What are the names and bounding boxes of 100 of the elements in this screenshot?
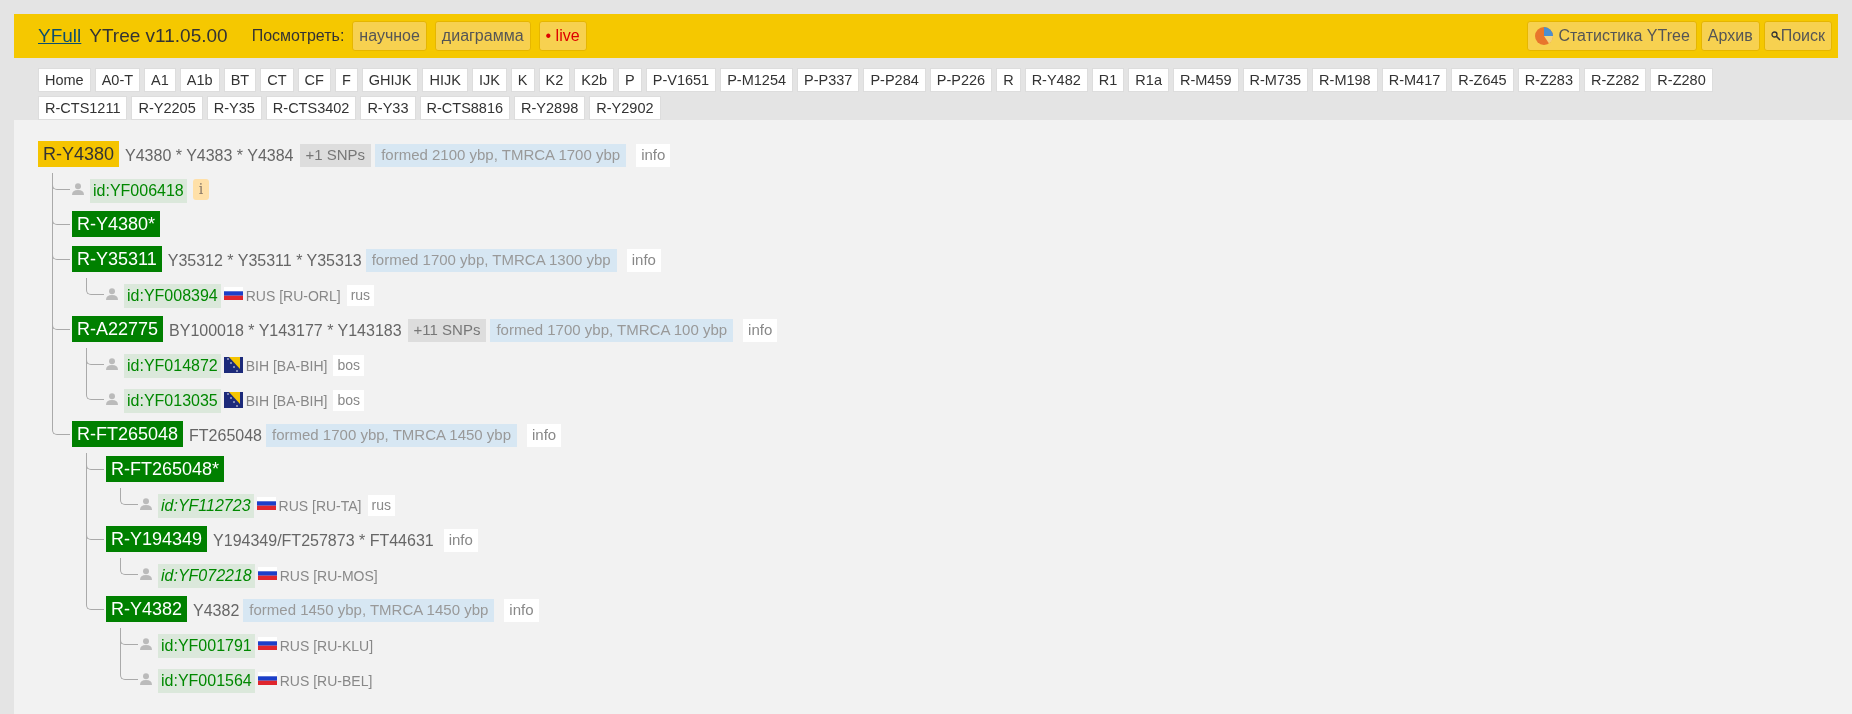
sample-id-link[interactable]: id:YF006418	[90, 179, 187, 203]
tab-button[interactable]: R-Y2902	[589, 96, 661, 120]
statistics-button[interactable]: Статистика YTree	[1527, 21, 1697, 51]
info-link[interactable]: info	[443, 529, 478, 552]
sample-id-link[interactable]: id:YF013035	[124, 389, 221, 413]
sample-id-link[interactable]: id:YF014872	[124, 354, 221, 378]
view-button[interactable]: диаграмма	[434, 21, 531, 51]
info-link[interactable]: info	[636, 144, 671, 167]
view-label: Посмотреть:	[251, 26, 345, 46]
age-estimate: formed 1700 ybp, TMRCA 1300 ybp	[365, 249, 617, 272]
info-link[interactable]: info	[527, 424, 562, 447]
tab-button[interactable]: A1b	[179, 68, 220, 92]
age-estimate: formed 1700 ybp, TMRCA 1450 ybp	[266, 424, 518, 447]
tab-button[interactable]: R-CTS8816	[419, 96, 511, 120]
person-icon	[140, 638, 152, 650]
info-link[interactable]: info	[626, 249, 661, 272]
tab-button[interactable]: Home	[38, 68, 91, 92]
tab-button[interactable]: R-Y482	[1024, 68, 1088, 92]
clade-label[interactable]: R-A22775	[72, 316, 164, 342]
tab-button[interactable]: R-Z283	[1517, 68, 1580, 92]
tree-connector	[86, 383, 104, 400]
tab-button[interactable]: R-Z645	[1451, 68, 1514, 92]
tree-connector	[86, 593, 104, 610]
person-icon	[106, 393, 118, 405]
tab-button[interactable]: K2b	[574, 68, 615, 92]
logo-link[interactable]: YFull	[38, 21, 82, 51]
age-estimate: formed 2100 ybp, TMRCA 1700 ybp	[375, 144, 627, 167]
pie-chart-icon	[1534, 26, 1555, 46]
language-tag: rus	[346, 285, 375, 306]
tab-button[interactable]: A0-T	[94, 68, 141, 92]
tab-button[interactable]: R-M459	[1172, 68, 1239, 92]
person-icon	[106, 288, 118, 300]
archive-button[interactable]: Архив	[1700, 21, 1760, 51]
tab-button[interactable]: K	[510, 68, 535, 92]
clade-label[interactable]: R-Y4380*	[72, 211, 161, 237]
tab-button[interactable]: R-CTS1211	[38, 96, 128, 120]
snp-list: Y35312 * Y35311 * Y35313	[167, 249, 362, 273]
tree-connector	[52, 418, 70, 435]
tab-button[interactable]: P-M1254	[720, 68, 793, 92]
language-tag: bos	[333, 390, 364, 411]
tab-button[interactable]: IJK	[471, 68, 507, 92]
tab-button[interactable]: R-Z282	[1584, 68, 1647, 92]
tab-button[interactable]: R-Y2898	[514, 96, 586, 120]
tab-button[interactable]: R-CTS3402	[265, 96, 357, 120]
sample-id-link[interactable]: id:YF112723	[158, 494, 254, 518]
tab-button[interactable]: CT	[260, 68, 294, 92]
tab-button[interactable]: P-P284	[863, 68, 926, 92]
person-icon	[72, 183, 84, 195]
language-tag: bos	[333, 355, 364, 376]
country-text: RUS [RU-MOS]	[279, 567, 378, 586]
tab-button[interactable]: HIJK	[422, 68, 468, 92]
view-button[interactable]: научное	[352, 21, 427, 51]
tree-connector	[120, 488, 138, 505]
tab-button[interactable]: F	[334, 68, 358, 92]
search-button[interactable]: Поиск	[1763, 21, 1832, 51]
clade-label[interactable]: R-Y194349	[106, 526, 208, 552]
country-text: RUS [RU-ORL]	[245, 287, 341, 306]
tab-button[interactable]: R-Y33	[360, 96, 416, 120]
sample-id-link[interactable]: id:YF008394	[124, 284, 221, 308]
info-link[interactable]: info	[504, 599, 539, 622]
tab-button[interactable]: P-P337	[797, 68, 860, 92]
tab-button[interactable]: P-V1651	[645, 68, 717, 92]
search-icon	[1770, 31, 1781, 41]
clade-label[interactable]: R-Y4380	[38, 141, 120, 167]
sample-id-link[interactable]: id:YF001564	[158, 669, 255, 693]
snp-list: BY100018 * Y143177 * Y143183	[169, 319, 402, 343]
tab-button[interactable]: R-Y2205	[131, 96, 203, 120]
tree-connector	[120, 663, 138, 680]
snp-list: Y4382	[193, 599, 240, 623]
age-estimate: formed 1700 ybp, TMRCA 100 ybp	[490, 319, 734, 342]
tab-button[interactable]: R-Z280	[1650, 68, 1713, 92]
country-text: RUS [RU-BEL]	[279, 672, 373, 691]
tree-connector	[120, 558, 138, 575]
tab-button[interactable]: R1a	[1128, 68, 1169, 92]
tab-button[interactable]: R-Y35	[206, 96, 262, 120]
tab-button[interactable]: R	[996, 68, 1021, 92]
clade-label[interactable]: R-Y35311	[72, 246, 162, 272]
tab-button[interactable]: K2	[538, 68, 571, 92]
tab-button[interactable]: R-M198	[1312, 68, 1378, 92]
note-badge[interactable]: i	[192, 179, 210, 200]
tab-button[interactable]: BT	[223, 68, 257, 92]
person-icon	[106, 358, 118, 370]
sample-id-link[interactable]: id:YF001791	[158, 634, 255, 658]
country-text: BIH [BA-BIH]	[245, 392, 328, 411]
tab-button[interactable]: R-M417	[1381, 68, 1448, 92]
info-link[interactable]: info	[743, 319, 778, 342]
age-estimate: formed 1450 ybp, TMRCA 1450 ybp	[243, 599, 495, 622]
person-icon	[140, 673, 152, 685]
tab-button[interactable]: CF	[297, 68, 331, 92]
clade-label[interactable]: R-FT265048	[72, 421, 184, 447]
tab-button[interactable]: R1	[1091, 68, 1125, 92]
tab-button[interactable]: P	[618, 68, 642, 92]
tab-button[interactable]: R-M735	[1242, 68, 1309, 92]
clade-label[interactable]: R-Y4382	[106, 596, 188, 622]
person-icon	[140, 498, 152, 510]
sample-id-link[interactable]: id:YF072218	[158, 564, 255, 588]
tab-button[interactable]: A1	[144, 68, 176, 92]
tab-button[interactable]: P-P226	[929, 68, 993, 92]
clade-label[interactable]: R-FT265048*	[106, 456, 225, 482]
tab-button[interactable]: GHIJK	[361, 68, 419, 92]
